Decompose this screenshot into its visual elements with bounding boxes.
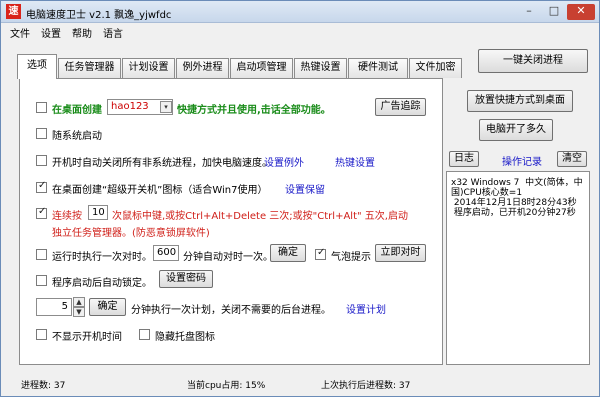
row7-label: 程序启动后自动锁定。 (52, 278, 152, 289)
tab-file-encrypt[interactable]: 文件加密 (409, 58, 462, 78)
sync-confirm-button[interactable]: 确定 (270, 244, 306, 262)
tab-task-manager[interactable]: 任务管理器 (58, 58, 121, 78)
click-count-input[interactable]: 10 (88, 205, 108, 220)
plan-confirm-button[interactable]: 确定 (89, 298, 126, 316)
menu-help[interactable]: 帮助 (72, 25, 92, 40)
row6-prefix: 运行时执行一次对时。 (52, 252, 152, 263)
tab-options[interactable]: 选项 (17, 54, 57, 79)
app-icon: 速 (6, 4, 21, 19)
process-count: 进程数: 37 (21, 381, 66, 391)
cpu-usage: 当前cpu占用: 15% (187, 381, 266, 391)
set-reserve-link[interactable]: 设置保留 (285, 181, 325, 196)
app-window: 速 电脑速度卫士 v2.1 飘逸_yjwfdc – □ ✕ 文件 设置 帮助 语… (0, 0, 600, 397)
set-plan-link[interactable]: 设置计划 (346, 301, 386, 316)
hide-boot-time-checkbox[interactable] (36, 329, 47, 340)
select-dropdown-icon[interactable]: ▾ (160, 101, 172, 113)
auto-lock-checkbox[interactable] (36, 275, 47, 286)
set-password-button[interactable]: 设置密码 (159, 270, 213, 288)
row1-suffix: 快捷方式并且使用,击话全部功能。 (177, 105, 331, 116)
row1-prefix: 在桌面创建 (52, 105, 102, 116)
last-process-count: 上次执行后进程数: 37 (321, 381, 411, 391)
title-bar: 速 电脑速度卫士 v2.1 飘逸_yjwfdc – □ ✕ (1, 1, 599, 23)
ad-tracking-button[interactable]: 广告追踪 (375, 98, 426, 116)
hotkey-settings-link[interactable]: 热键设置 (335, 154, 375, 169)
desktop-shortcut-checkbox[interactable] (36, 102, 47, 113)
sync-now-button[interactable]: 立即对时 (375, 244, 426, 262)
row9b-label: 隐藏托盘图标 (155, 332, 215, 343)
bubble-tip-label: 气泡提示 (331, 252, 371, 263)
row4-label: 在桌面创建“超级开关机”图标（适合Win7使用） (52, 185, 268, 196)
tab-schedule[interactable]: 计划设置 (122, 58, 175, 78)
minimize-button[interactable]: – (517, 4, 541, 20)
maximize-button[interactable]: □ (542, 4, 566, 20)
row8-label: 分钟执行一次计划，关闭不需要的后台进程。 (131, 305, 331, 316)
status-bar: 进程数: 37 当前cpu占用: 15% 上次执行后进程数: 37 (1, 373, 599, 397)
sync-interval-input[interactable]: 600 (153, 245, 179, 261)
row9-label: 不显示开机时间 (52, 332, 122, 343)
close-button[interactable]: ✕ (567, 4, 595, 20)
row2-label: 随系统启动 (52, 131, 102, 142)
row5-text: 次鼠标中键,或按Ctrl+Alt+Delete 三次;或按"Ctrl+Alt" … (112, 211, 408, 222)
time-sync-checkbox[interactable] (36, 249, 47, 260)
tab-exception-process[interactable]: 例外进程 (176, 58, 229, 78)
row6-suffix: 分钟自动对时一次。 (183, 252, 273, 263)
close-all-processes-button[interactable]: 一键关闭进程 (478, 49, 588, 73)
window-title: 电脑速度卫士 v2.1 飘逸_yjwfdc (26, 10, 172, 21)
clear-log-button[interactable]: 清空 (557, 151, 587, 167)
close-nonsystem-checkbox[interactable] (36, 155, 47, 166)
uptime-button[interactable]: 电脑开了多久 (479, 119, 553, 141)
set-exception-link[interactable]: 设置例外 (264, 154, 304, 169)
options-panel: 在桌面创建 hao123 ▾ 快捷方式并且使用,击话全部功能。 广告追踪 随系统… (19, 78, 443, 365)
row5-prefix: 连续按 (52, 211, 82, 222)
bubble-tip-checkbox[interactable] (315, 247, 326, 260)
log-content: x32 Windows 7 中文(简体，中国)CPU核心数=1 2014年12月… (451, 178, 583, 218)
startup-with-system-checkbox[interactable] (36, 128, 47, 139)
log-textbox[interactable]: x32 Windows 7 中文(简体，中国)CPU核心数=1 2014年12月… (446, 171, 590, 365)
operation-log-label: 操作记录 (502, 157, 542, 168)
menu-bar: 文件 设置 帮助 语言 (1, 23, 599, 40)
row3-label: 开机时自动关闭所有非系统进程，加快电脑速度。 (52, 158, 272, 169)
super-power-icon-checkbox[interactable] (36, 180, 47, 193)
tab-hotkey[interactable]: 热键设置 (294, 58, 347, 78)
place-shortcut-button[interactable]: 放置快捷方式到桌面 (467, 90, 573, 112)
hide-tray-icon-checkbox[interactable] (139, 329, 150, 340)
menu-language[interactable]: 语言 (103, 25, 123, 40)
menu-settings[interactable]: 设置 (41, 25, 61, 40)
tab-hardware-test[interactable]: 硬件测试 (348, 58, 408, 78)
spin-up-icon[interactable]: ▲ (73, 297, 85, 307)
tab-startup-manager[interactable]: 启动项管理 (230, 58, 293, 78)
plan-interval-input[interactable]: 5 (36, 298, 72, 316)
standalone-taskmgr-checkbox[interactable] (36, 206, 47, 219)
spin-down-icon[interactable]: ▼ (73, 307, 85, 317)
log-button[interactable]: 日志 (449, 151, 479, 167)
menu-file[interactable]: 文件 (10, 25, 30, 40)
row5-text2: 独立任务管理器。(防恶意锁屏软件) (52, 228, 210, 239)
